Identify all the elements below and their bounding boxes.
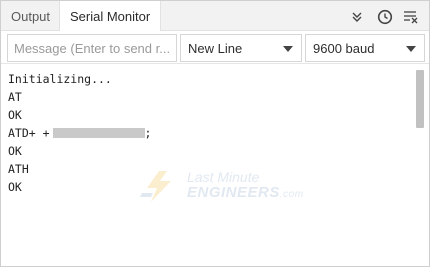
console-line: Initializing... bbox=[8, 72, 112, 86]
line-ending-value: New Line bbox=[188, 41, 243, 56]
vertical-scrollbar[interactable] bbox=[414, 67, 425, 264]
watermark-logo: Last Minute ENGINEERS.com bbox=[139, 167, 309, 207]
serial-toolbar: New Line 9600 baud bbox=[1, 32, 429, 64]
tab-serial-monitor[interactable]: Serial Monitor bbox=[59, 1, 162, 31]
chevron-down-icon bbox=[406, 46, 416, 52]
watermark-suffix: .com bbox=[279, 189, 304, 200]
line-ending-select[interactable]: New Line bbox=[180, 34, 302, 62]
console-line-prefix: ATD+ + bbox=[8, 126, 50, 140]
watermark-top-text: Last Minute bbox=[187, 169, 260, 185]
console-line: AT bbox=[8, 90, 22, 104]
console-line: OK bbox=[8, 180, 22, 194]
watermark-brand: ENGINEERS bbox=[187, 184, 280, 201]
watermark-bottom-text: ENGINEERS.com bbox=[187, 184, 304, 201]
console-line-redacted: ATD+ +; bbox=[8, 124, 151, 142]
baud-rate-value: 9600 baud bbox=[313, 41, 375, 56]
redacted-bar bbox=[52, 128, 145, 138]
chevron-down-icon bbox=[283, 46, 293, 52]
console-lines: Initializing... AT OK ATD+ +; OK ATH OK bbox=[8, 70, 151, 196]
tab-output[interactable]: Output bbox=[1, 1, 60, 31]
scrollbar-thumb[interactable] bbox=[416, 70, 424, 128]
message-input[interactable] bbox=[7, 34, 177, 62]
serial-monitor-panel: Output Serial Monitor Message (Enter to … bbox=[0, 0, 430, 267]
console-line-suffix: ; bbox=[144, 126, 152, 140]
console-line: OK bbox=[8, 108, 22, 122]
console-line: OK bbox=[8, 144, 22, 158]
baud-rate-select[interactable]: 9600 baud bbox=[305, 34, 425, 62]
timestamp-icon[interactable] bbox=[375, 7, 395, 27]
tab-bar: Output Serial Monitor bbox=[1, 1, 429, 31]
autoscroll-icon[interactable] bbox=[347, 7, 367, 27]
serial-output[interactable]: Last Minute ENGINEERS.com Initializing..… bbox=[1, 65, 429, 266]
clear-output-icon[interactable] bbox=[401, 7, 421, 27]
console-line: ATH bbox=[8, 162, 29, 176]
